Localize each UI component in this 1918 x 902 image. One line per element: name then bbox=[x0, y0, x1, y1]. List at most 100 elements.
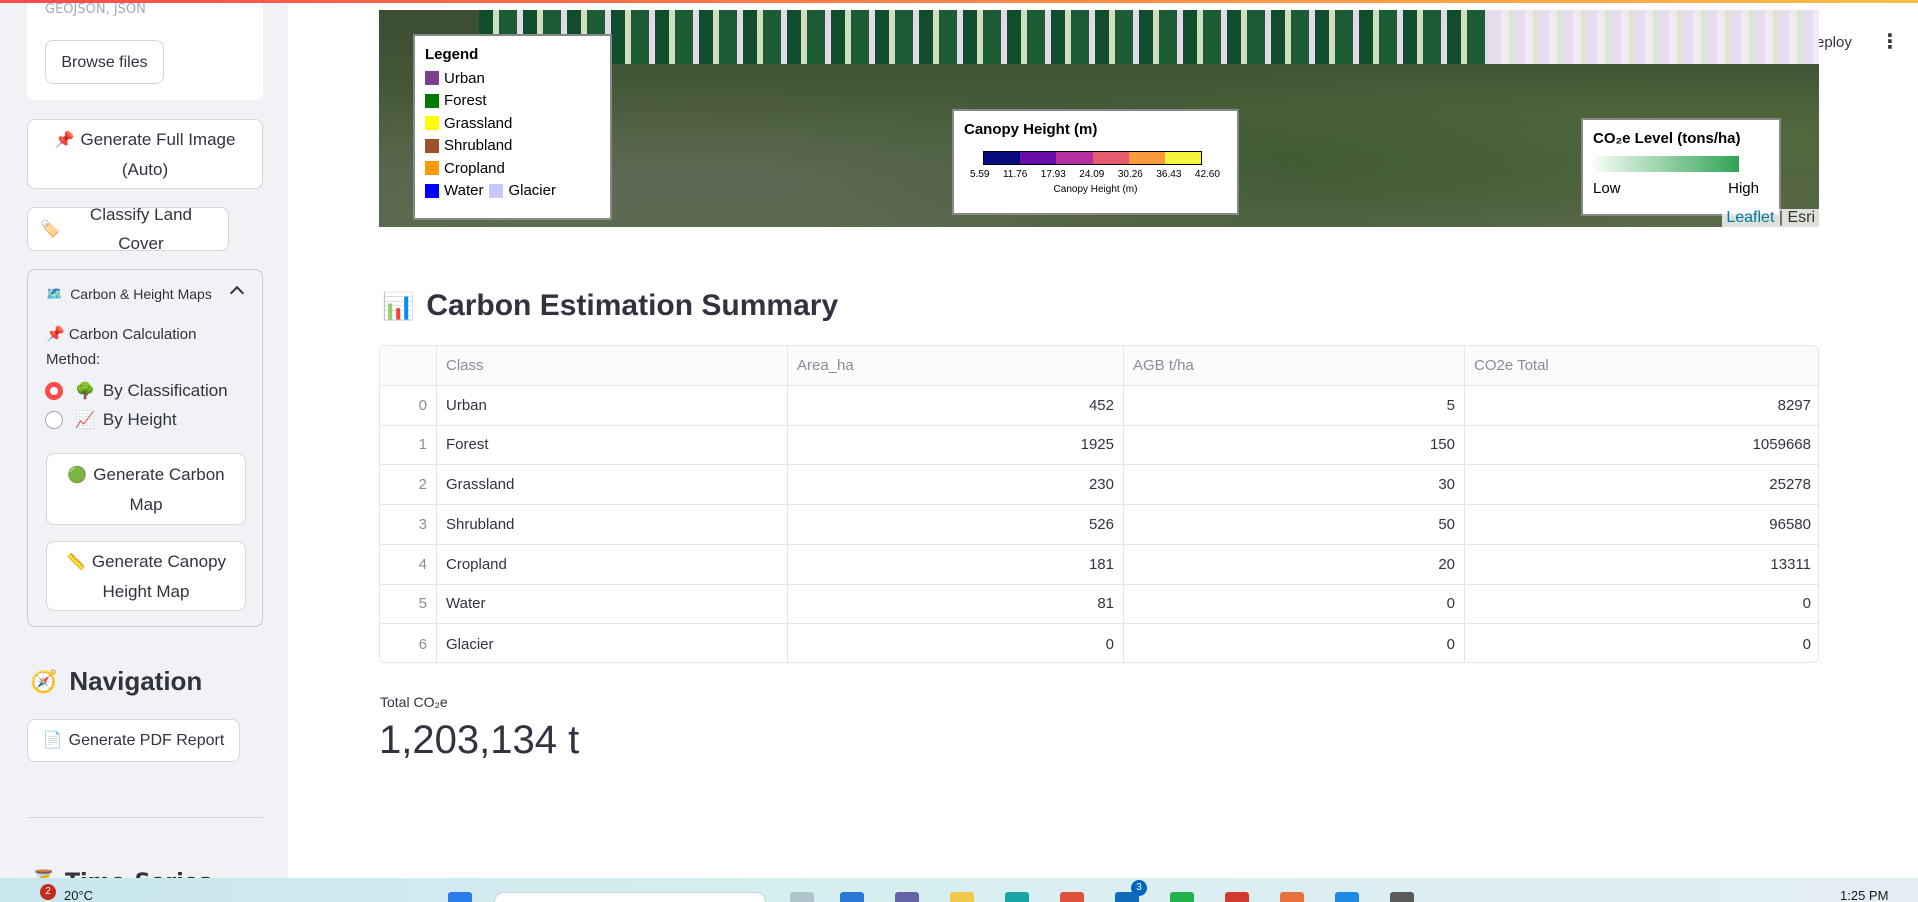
tree-icon: 🌳 bbox=[75, 383, 95, 400]
radio-by-height[interactable]: 📈 By Height bbox=[45, 410, 177, 430]
canopy-tick-label: 5.59 bbox=[970, 169, 990, 180]
agb-cell[interactable]: 20 bbox=[1124, 544, 1465, 584]
pin-icon: 📌 bbox=[54, 131, 75, 149]
terminal-icon[interactable] bbox=[1390, 892, 1414, 902]
table-row[interactable]: 0 Urban 452 5 8297 bbox=[380, 385, 1818, 426]
canopy-ramp-segment bbox=[1128, 152, 1165, 164]
legend-title: Legend bbox=[425, 46, 479, 63]
co2-total-cell[interactable]: 0 bbox=[1465, 585, 1818, 624]
navigation-title: Navigation bbox=[69, 666, 203, 696]
area-cell[interactable]: 81 bbox=[788, 584, 1124, 624]
table-row[interactable]: 1 Forest 1925 150 1059668 bbox=[380, 425, 1818, 466]
column-header[interactable]: Class bbox=[437, 346, 788, 385]
agb-cell[interactable]: 150 bbox=[1124, 425, 1465, 465]
chrome-icon[interactable] bbox=[1060, 892, 1084, 902]
taskbar-search[interactable] bbox=[494, 892, 766, 902]
table-row[interactable]: 4 Cropland 181 20 13311 bbox=[380, 544, 1818, 585]
area-cell[interactable]: 452 bbox=[788, 385, 1124, 425]
agb-cell[interactable]: 5 bbox=[1124, 385, 1465, 425]
co2-total-cell[interactable]: 96580 bbox=[1465, 505, 1818, 544]
area-cell[interactable]: 230 bbox=[788, 465, 1124, 504]
table-row[interactable]: 5 Water 81 0 0 bbox=[380, 584, 1818, 625]
class-cell[interactable]: Forest bbox=[437, 425, 788, 465]
class-cell[interactable]: Shrubland bbox=[437, 505, 788, 544]
table-row[interactable]: 2 Grassland 230 30 25278 bbox=[380, 465, 1818, 505]
radio-selected-icon[interactable] bbox=[45, 382, 63, 400]
browse-files-button[interactable]: Browse files bbox=[45, 40, 164, 84]
co2-legend-title: CO₂e Level (tons/ha) bbox=[1593, 130, 1741, 147]
generate-full-image-button[interactable]: 📌 Generate Full Image (Auto) bbox=[27, 119, 263, 189]
class-cell[interactable]: Water bbox=[437, 584, 788, 624]
canopy-tick-label: 30.26 bbox=[1117, 169, 1143, 180]
column-header[interactable]: CO2e Total bbox=[1465, 346, 1818, 385]
generate-canopy-height-map-button[interactable]: 📏 Generate Canopy Height Map bbox=[46, 541, 246, 611]
main-menu-icon[interactable]: ⋮ bbox=[1880, 31, 1900, 51]
co2-total-cell[interactable]: 25278 bbox=[1465, 465, 1818, 504]
vscode-icon[interactable] bbox=[1335, 892, 1359, 902]
legend-swatch bbox=[425, 116, 439, 131]
row-index: 4 bbox=[380, 544, 437, 584]
table-row[interactable]: 3 Shrubland 526 50 96580 bbox=[380, 505, 1818, 545]
co2-total-cell[interactable]: 1059668 bbox=[1465, 426, 1818, 465]
teams-icon[interactable] bbox=[895, 892, 919, 902]
expander-title: Carbon & Height Maps bbox=[70, 286, 212, 302]
carbon-summary-table[interactable]: Class Area_ha AGB t/ha CO2e Total 0 Urban… bbox=[379, 345, 1819, 663]
map-attribution: Leaflet | Esri bbox=[1722, 209, 1819, 227]
taskbar-app-icon[interactable] bbox=[1225, 892, 1249, 902]
land-cover-legend: Legend Urban Forest Grassland Shrubland Crop… bbox=[413, 34, 612, 220]
class-cell[interactable]: Cropland bbox=[437, 544, 788, 584]
expander-header[interactable]: 🗺️ Carbon & Height Maps bbox=[46, 286, 212, 302]
agb-cell[interactable]: 50 bbox=[1124, 505, 1465, 544]
legend-item-water-glacier: Water Glacier bbox=[425, 180, 600, 203]
edge-icon[interactable] bbox=[1005, 892, 1029, 902]
start-icon[interactable] bbox=[448, 892, 472, 902]
generate-pdf-report-button[interactable]: 📄 Generate PDF Report bbox=[27, 719, 240, 762]
radio-unselected-icon[interactable] bbox=[45, 411, 63, 429]
class-cell[interactable]: Grassland bbox=[437, 465, 788, 504]
generate-carbon-map-button[interactable]: 🟢 Generate Carbon Map bbox=[46, 453, 246, 525]
agb-cell[interactable]: 0 bbox=[1124, 584, 1465, 624]
area-cell[interactable]: 0 bbox=[788, 624, 1124, 662]
agb-cell[interactable]: 0 bbox=[1124, 624, 1465, 662]
whatsapp-icon[interactable] bbox=[1170, 892, 1194, 902]
attribution-separator: | bbox=[1774, 209, 1788, 226]
canopy-ramp-segment bbox=[1020, 152, 1057, 164]
classify-land-cover-button[interactable]: 🏷️ Classify Land Cover bbox=[27, 205, 229, 253]
bar-chart-icon: 📊 bbox=[382, 290, 415, 321]
column-header[interactable]: AGB t/ha bbox=[1124, 346, 1465, 385]
co2-total-cell[interactable]: 0 bbox=[1465, 624, 1818, 662]
map-view[interactable]: Legend Urban Forest Grassland Shrubland Crop… bbox=[379, 10, 1819, 227]
area-cell[interactable]: 1925 bbox=[788, 425, 1124, 465]
legend-label: Urban bbox=[444, 69, 485, 87]
table-header-row: Class Area_ha AGB t/ha CO2e Total bbox=[380, 346, 1818, 386]
taskbar-clock[interactable]: 1:25 PM bbox=[1840, 888, 1888, 902]
canopy-caption: Canopy Height (m) bbox=[1053, 184, 1138, 195]
radio-by-classification[interactable]: 🌳 By Classification bbox=[45, 381, 228, 401]
canopy-legend-title: Canopy Height (m) bbox=[964, 121, 1098, 138]
column-header[interactable]: Area_ha bbox=[788, 346, 1124, 385]
taskbar-app-icon[interactable] bbox=[1280, 892, 1304, 902]
co2-level-legend: CO₂e Level (tons/ha) Low High bbox=[1581, 118, 1781, 216]
file-explorer-icon[interactable] bbox=[950, 892, 974, 902]
area-cell[interactable]: 526 bbox=[788, 505, 1124, 544]
co2-total-cell[interactable]: 13311 bbox=[1465, 545, 1818, 584]
taskbar-app-icon[interactable] bbox=[840, 892, 864, 902]
table-row[interactable]: 6 Glacier 0 0 0 bbox=[380, 624, 1818, 662]
deploy-button[interactable]: eploy bbox=[1816, 34, 1852, 51]
map-icon: 🗺️ bbox=[46, 286, 63, 301]
weather-alert-badge[interactable]: 2 bbox=[40, 884, 56, 900]
agb-cell[interactable]: 30 bbox=[1124, 465, 1465, 504]
compass-icon: 🧭 bbox=[30, 668, 58, 694]
summary-heading: 📊 Carbon Estimation Summary bbox=[382, 289, 838, 323]
co2-total-cell[interactable]: 8297 bbox=[1465, 386, 1818, 425]
leaflet-link[interactable]: Leaflet bbox=[1726, 209, 1774, 226]
row-index: 2 bbox=[380, 465, 437, 504]
document-icon: 📄 bbox=[42, 732, 63, 749]
taskbar-app-icon[interactable] bbox=[790, 892, 814, 902]
weather-temperature[interactable]: 20°C bbox=[64, 888, 93, 902]
legend-item: Shrubland bbox=[425, 135, 600, 158]
class-cell[interactable]: Urban bbox=[437, 385, 788, 425]
class-cell[interactable]: Glacier bbox=[437, 624, 788, 662]
area-cell[interactable]: 181 bbox=[788, 544, 1124, 584]
chevron-up-icon[interactable] bbox=[229, 285, 245, 301]
